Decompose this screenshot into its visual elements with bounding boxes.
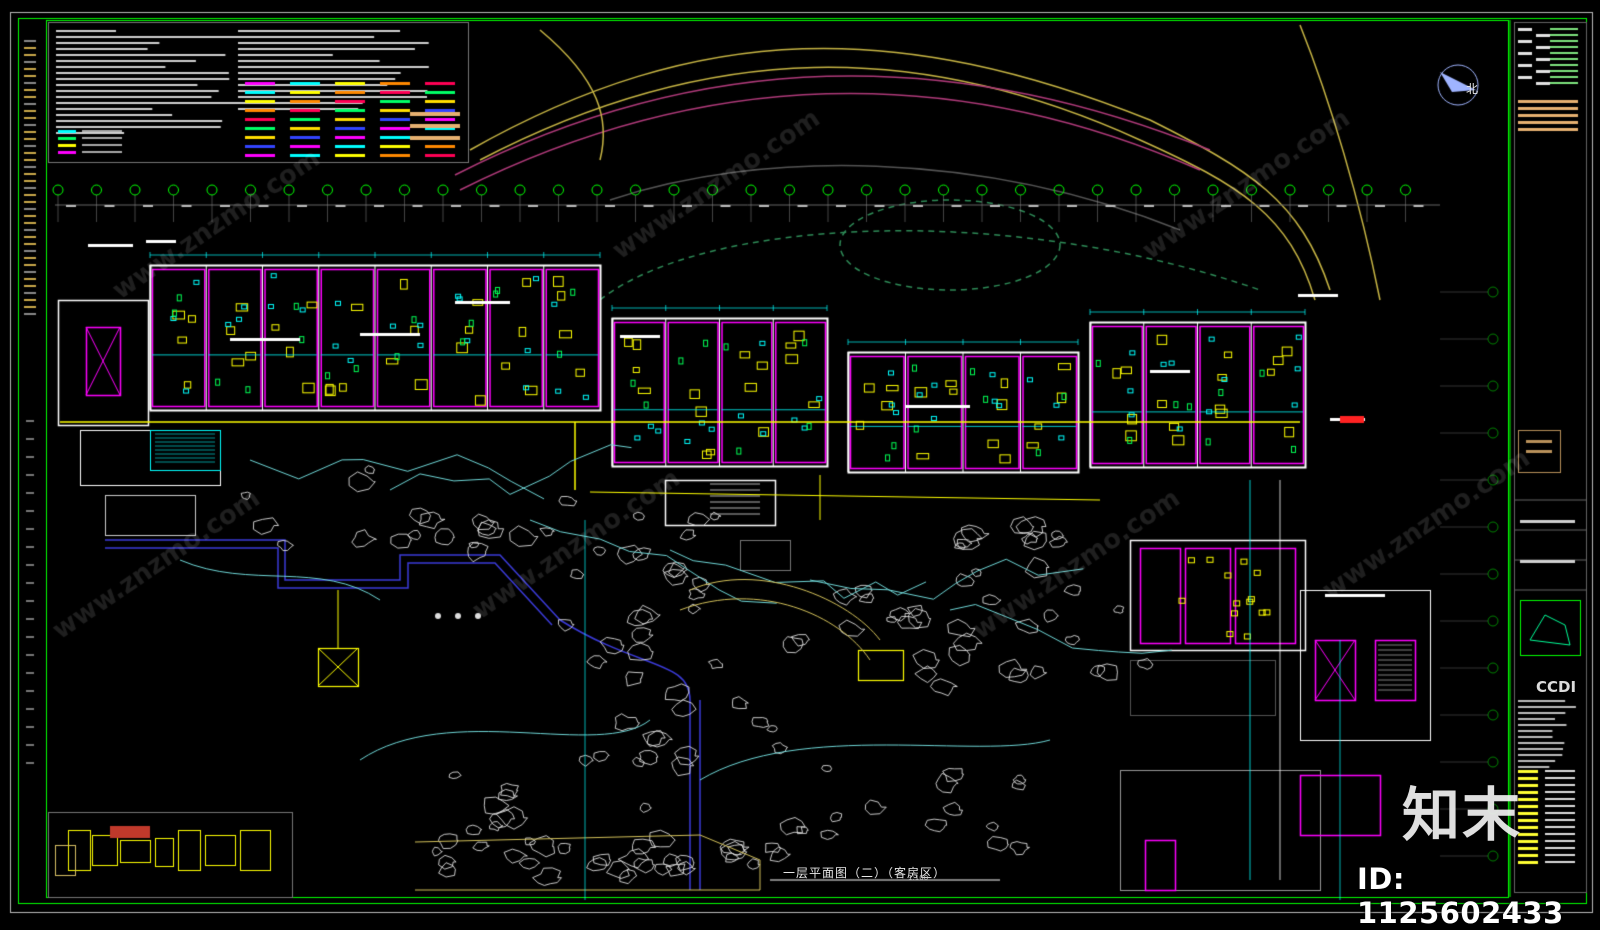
firm-logo: CCDI bbox=[1536, 678, 1577, 696]
brand-watermark: 知末 bbox=[1402, 781, 1523, 849]
cad-floor-plan-canvas[interactable] bbox=[0, 0, 1600, 919]
north-arrow-label: 北 bbox=[1466, 82, 1479, 96]
plan-scale: 1:100 bbox=[908, 874, 929, 882]
image-id-label: ID: 1125602433 bbox=[1357, 862, 1564, 930]
